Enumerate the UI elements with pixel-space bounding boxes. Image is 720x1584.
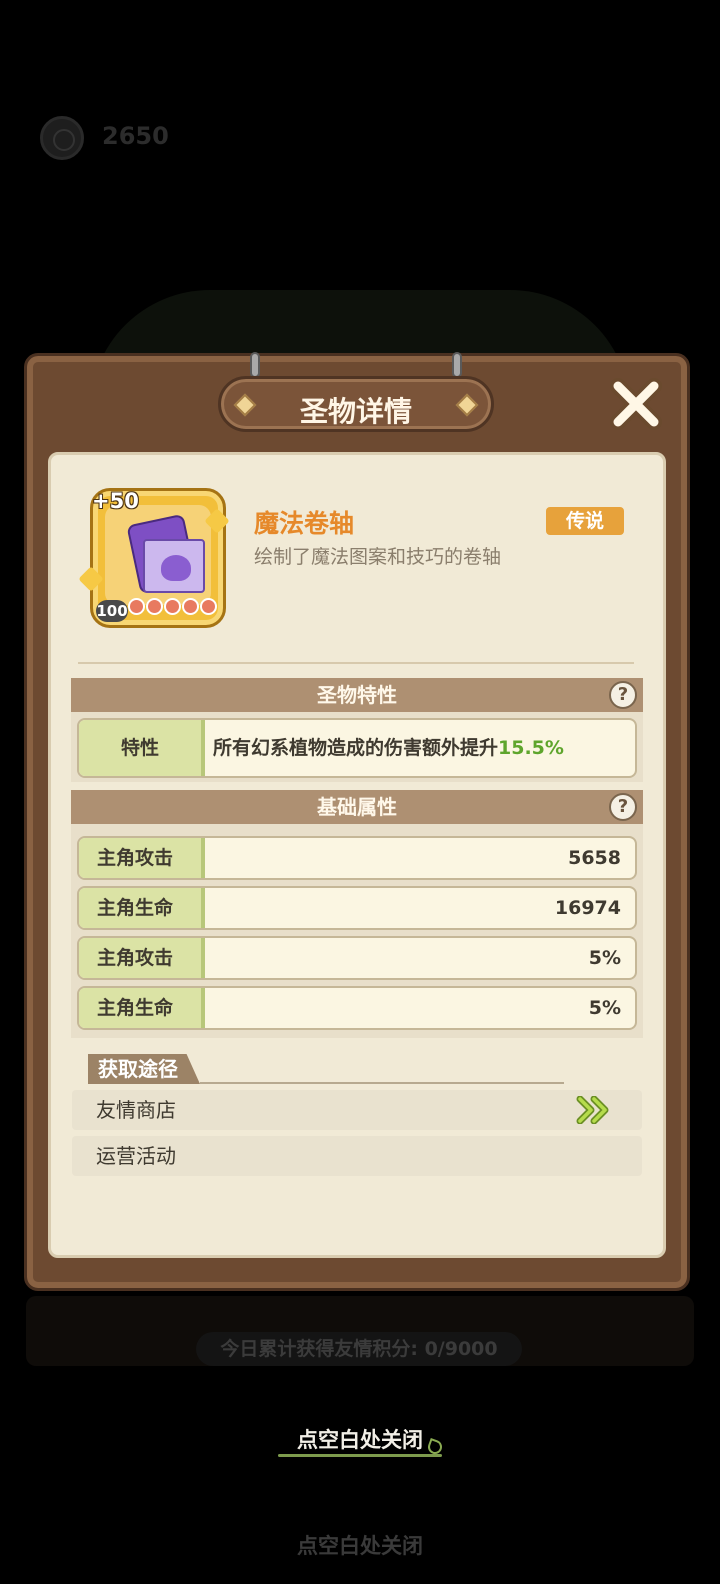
- attribute-label: 主角生命: [79, 888, 205, 928]
- level-badge: 100: [96, 600, 128, 622]
- attribute-label: 主角攻击: [79, 938, 205, 978]
- flame-star-icon: [146, 598, 163, 615]
- trait-description: 所有幻系植物造成的伤害额外提升: [213, 737, 499, 759]
- trait-section: 圣物特性 ? 特性 所有幻系植物造成的伤害额外提升15.5%: [71, 678, 643, 782]
- hint-underline: [278, 1454, 442, 1457]
- attribute-section-header: 基础属性 ?: [71, 790, 643, 824]
- daily-points-label: 今日累计获得友情积分: 0/9000: [196, 1332, 522, 1366]
- flame-star-icon: [182, 598, 199, 615]
- relic-art: [105, 505, 211, 605]
- attribute-value: 5658: [568, 847, 621, 869]
- rarity-badge: 传说: [546, 507, 624, 535]
- close-icon: [610, 378, 662, 430]
- attribute-value: 16974: [554, 897, 621, 919]
- help-icon[interactable]: ?: [609, 793, 637, 821]
- star-rating: [128, 598, 218, 618]
- help-icon[interactable]: ?: [609, 681, 637, 709]
- coin-count: 2650: [102, 122, 169, 150]
- trait-label: 特性: [79, 720, 205, 776]
- attribute-row: 主角生命 5%: [77, 986, 637, 1030]
- double-chevron-right-icon[interactable]: [576, 1096, 616, 1124]
- attribute-section-title: 基础属性: [317, 795, 397, 819]
- attribute-row: 主角攻击 5%: [77, 936, 637, 980]
- trait-section-title: 圣物特性: [317, 683, 397, 707]
- tap-to-close-hint-background: 点空白处关闭: [297, 1534, 423, 1558]
- divider: [78, 662, 634, 664]
- trait-value: 15.5%: [498, 737, 564, 759]
- attribute-label: 主角攻击: [79, 838, 205, 878]
- flame-star-icon: [164, 598, 181, 615]
- sources-underline: [200, 1082, 564, 1084]
- attribute-row: 主角攻击 5658: [77, 836, 637, 880]
- dialog-title-plate: 圣物详情: [218, 376, 494, 432]
- attribute-value: 5%: [588, 947, 621, 969]
- tap-to-close-hint[interactable]: 点空白处关闭: [0, 1424, 720, 1454]
- hanger-hook-left: [250, 352, 260, 378]
- source-item-operations-event: 运营活动: [72, 1136, 642, 1176]
- source-item-friendship-shop[interactable]: 友情商店: [72, 1090, 642, 1130]
- enhance-badge: +50: [92, 489, 139, 513]
- skull-icon: [161, 555, 191, 581]
- trait-row: 特性 所有幻系植物造成的伤害额外提升15.5%: [77, 718, 637, 778]
- trait-text: 所有幻系植物造成的伤害额外提升15.5%: [213, 720, 564, 776]
- sources-header: 获取途径: [88, 1054, 200, 1084]
- attribute-row: 主角生命 16974: [77, 886, 637, 930]
- source-label: 友情商店: [96, 1098, 176, 1122]
- relic-description: 绘制了魔法图案和技巧的卷轴: [254, 546, 502, 568]
- attribute-label: 主角生命: [79, 988, 205, 1028]
- dialog-title: 圣物详情: [299, 395, 412, 428]
- close-button[interactable]: [608, 376, 664, 432]
- trait-section-header: 圣物特性 ?: [71, 678, 643, 712]
- attribute-section: 基础属性 ? 主角攻击 5658 主角生命 16974 主角攻击 5% 主角生命…: [71, 790, 643, 1038]
- relic-name: 魔法卷轴: [254, 509, 355, 538]
- flame-star-icon: [200, 598, 217, 615]
- source-label: 运营活动: [96, 1144, 176, 1168]
- coin-icon: [40, 116, 84, 160]
- flame-star-icon: [128, 598, 145, 615]
- attribute-value: 5%: [588, 997, 621, 1019]
- hanger-hook-right: [452, 352, 462, 378]
